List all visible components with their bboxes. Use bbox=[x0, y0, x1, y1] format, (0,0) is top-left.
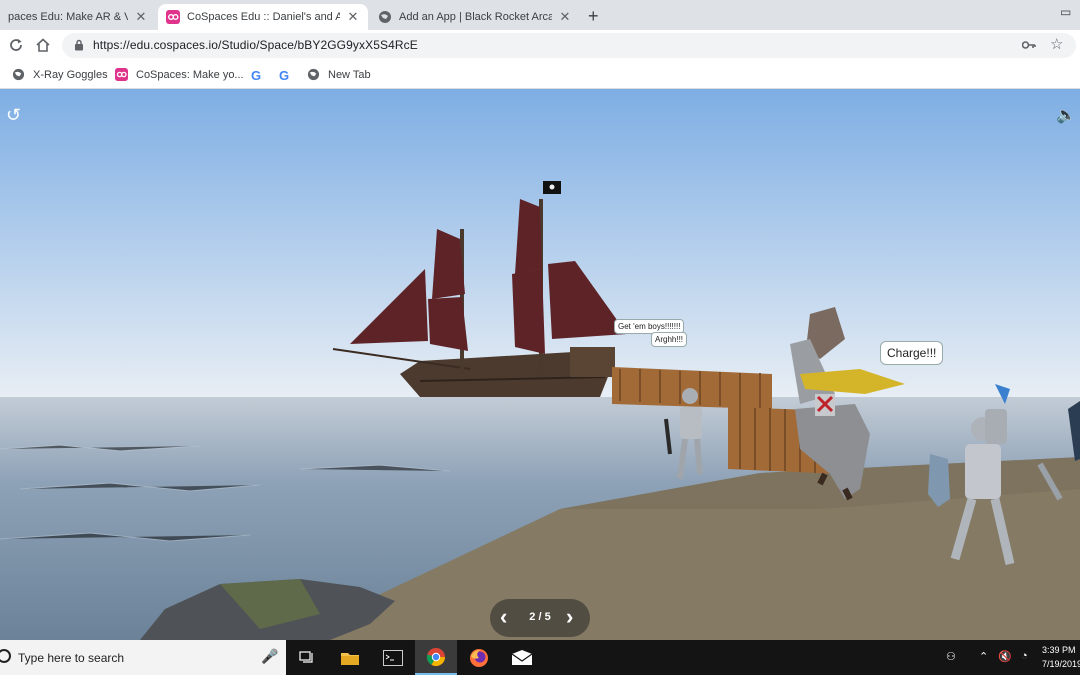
reload-icon[interactable] bbox=[8, 37, 24, 53]
volume-icon[interactable]: 🔈 bbox=[1056, 105, 1076, 125]
bookmarks-bar: X-Ray Goggles CoSpaces: Make yo... G G N… bbox=[0, 61, 1080, 89]
close-icon[interactable]: ✕ bbox=[558, 9, 572, 25]
restart-icon[interactable]: ↺ bbox=[6, 105, 21, 126]
bookmark-cospaces[interactable]: CoSpaces: Make yo... bbox=[115, 68, 244, 81]
bookmark-google-2[interactable]: G bbox=[279, 68, 289, 83]
taskbar-search[interactable]: Type here to search 🎤 bbox=[0, 640, 286, 675]
cospaces-viewer[interactable]: ↺ 🔈 Get 'em boys!!!!!!! Arghh!!! Charge!… bbox=[0, 89, 1080, 640]
scene-counter: 2 / 5 bbox=[529, 611, 551, 623]
new-tab-button[interactable]: + bbox=[588, 6, 599, 27]
key-icon[interactable] bbox=[1022, 40, 1036, 50]
taskbar-terminal[interactable] bbox=[372, 640, 414, 675]
tab-cospaces-home[interactable]: paces Edu: Make AR & VR in ✕ bbox=[0, 4, 156, 30]
taskbar-chrome[interactable] bbox=[415, 640, 457, 675]
bookmark-new-tab[interactable]: New Tab bbox=[307, 68, 371, 81]
clock-date: 7/19/2019 bbox=[1042, 659, 1080, 669]
taskbar-mail[interactable] bbox=[501, 640, 543, 675]
tab-title: Add an App | Black Rocket Arcad bbox=[399, 11, 552, 23]
chrome-icon bbox=[426, 647, 445, 666]
taskbar-clock[interactable]: 3:39 PM 7/19/2019 bbox=[1042, 643, 1080, 671]
folder-icon bbox=[341, 652, 359, 665]
globe-icon bbox=[307, 68, 320, 81]
speech-bubble: Arghh!!! bbox=[651, 332, 688, 347]
lock-icon[interactable] bbox=[74, 39, 84, 51]
browser-toolbar: https://edu.cospaces.io/Studio/Space/bBY… bbox=[0, 30, 1080, 61]
cospaces-icon bbox=[115, 68, 128, 81]
speech-bubble: Charge!!! bbox=[880, 341, 944, 365]
bookmark-label: CoSpaces: Make yo... bbox=[136, 68, 244, 81]
url-text[interactable]: https://edu.cospaces.io/Studio/Space/bBY… bbox=[93, 38, 418, 52]
volume-muted-icon[interactable]: 🔇 bbox=[998, 650, 1012, 663]
google-icon: G bbox=[251, 68, 262, 83]
bookmark-google-1[interactable]: G bbox=[251, 68, 261, 83]
next-scene-button[interactable]: › bbox=[566, 605, 573, 629]
tab-black-rocket[interactable]: Add an App | Black Rocket Arcad ✕ bbox=[370, 4, 580, 30]
close-icon[interactable]: ✕ bbox=[134, 9, 148, 25]
wifi-icon[interactable]: ◔ bbox=[1021, 650, 1028, 662]
search-placeholder: Type here to search bbox=[18, 651, 125, 665]
globe-icon bbox=[12, 68, 25, 81]
clock-time: 3:39 PM bbox=[1042, 645, 1076, 655]
microphone-icon[interactable]: 🎤 bbox=[261, 648, 278, 665]
minimize-icon[interactable]: ▭ bbox=[1060, 5, 1071, 19]
home-icon[interactable] bbox=[35, 37, 51, 53]
firefox-icon bbox=[470, 648, 488, 667]
tab-title: CoSpaces Edu :: Daniel's and Aks bbox=[187, 11, 340, 23]
chevron-up-icon[interactable]: ⌃ bbox=[979, 650, 988, 663]
cospaces-icon bbox=[166, 10, 180, 24]
bookmark-xray-goggles[interactable]: X-Ray Goggles bbox=[12, 68, 108, 81]
task-view-button[interactable] bbox=[286, 640, 328, 675]
address-bar[interactable]: https://edu.cospaces.io/Studio/Space/bBY… bbox=[62, 33, 1076, 58]
tab-cospaces-space[interactable]: CoSpaces Edu :: Daniel's and Aks ✕ bbox=[158, 4, 368, 30]
taskbar-firefox[interactable] bbox=[458, 640, 500, 675]
search-icon bbox=[0, 649, 11, 663]
tab-title: paces Edu: Make AR & VR in bbox=[8, 11, 128, 23]
globe-icon bbox=[379, 11, 391, 23]
terminal-icon bbox=[383, 649, 403, 666]
close-icon[interactable]: ✕ bbox=[346, 9, 360, 25]
star-icon[interactable]: ☆ bbox=[1050, 35, 1063, 53]
scene-pager: ‹ 2 / 5 › bbox=[490, 599, 590, 637]
bookmark-label: X-Ray Goggles bbox=[33, 68, 108, 81]
task-view-icon bbox=[299, 650, 313, 663]
bookmark-label: New Tab bbox=[328, 68, 371, 81]
tab-strip: paces Edu: Make AR & VR in ✕ CoSpaces Ed… bbox=[0, 0, 1080, 30]
screen: paces Edu: Make AR & VR in ✕ CoSpaces Ed… bbox=[0, 0, 1080, 675]
previous-scene-button[interactable]: ‹ bbox=[500, 605, 507, 629]
taskbar-file-explorer[interactable] bbox=[329, 640, 371, 675]
google-icon: G bbox=[279, 68, 290, 83]
people-icon[interactable]: ⚇ bbox=[946, 650, 956, 663]
windows-taskbar: Type here to search 🎤 ⚇ ⌃ 🔇 ◔ 3:39 PM 7/… bbox=[0, 640, 1080, 675]
mail-icon bbox=[511, 649, 533, 665]
